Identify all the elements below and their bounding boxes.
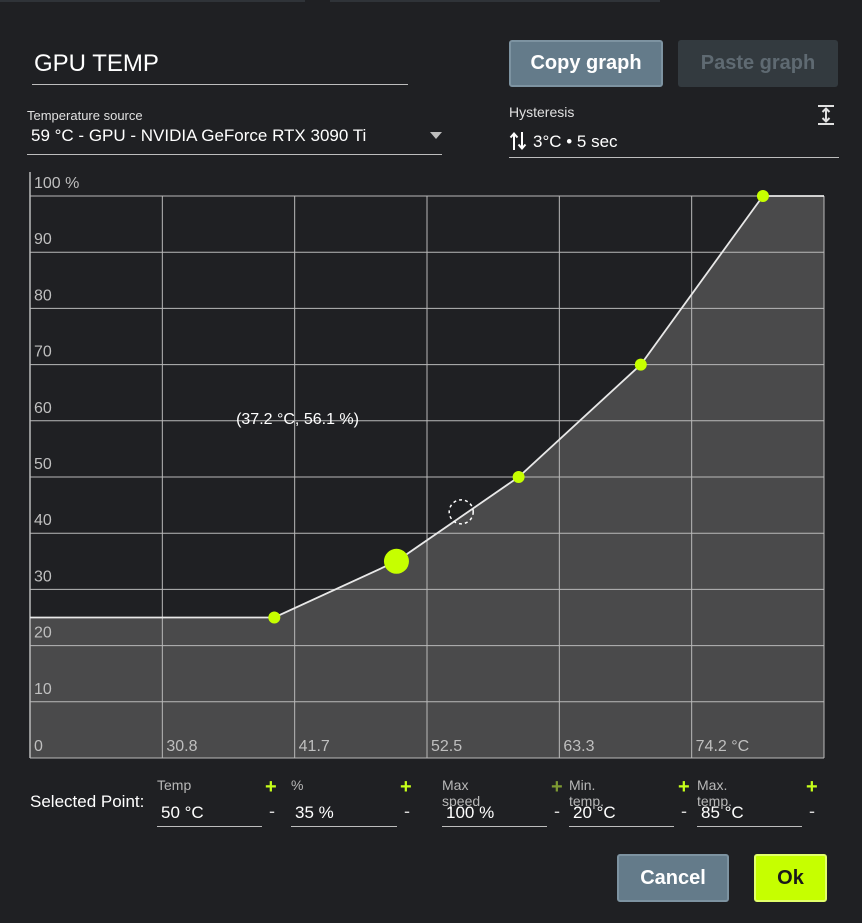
- max-speed-value: 100 %: [446, 803, 495, 822]
- min-temp-decrement-button[interactable]: -: [681, 802, 687, 820]
- y-tick-label: 50: [34, 456, 52, 473]
- min-temp-value: 20 °C: [573, 803, 616, 822]
- y-tick-label: 80: [34, 287, 52, 304]
- cursor-coordinates-label: (37.2 °C, 56.1 %): [236, 411, 359, 428]
- temp-label: Temp: [157, 777, 192, 793]
- curve-point[interactable]: [268, 611, 281, 624]
- y-tick-label: 60: [34, 400, 52, 417]
- temperature-source-label: Temperature source: [27, 108, 143, 123]
- hysteresis-field[interactable]: 3°C • 5 sec: [509, 124, 839, 158]
- x-tick-label: 74.2 °C: [696, 738, 750, 755]
- curve-point[interactable]: [634, 358, 647, 371]
- temp-value: 50 °C: [161, 803, 204, 822]
- cancel-button[interactable]: Cancel: [617, 854, 729, 902]
- percent-value: 35 %: [295, 803, 334, 822]
- y-tick-label: 40: [34, 512, 52, 529]
- x-tick-label: 52.5: [431, 738, 462, 755]
- curve-point[interactable]: [512, 471, 525, 483]
- expand-vertical-icon[interactable]: [816, 104, 836, 126]
- paste-graph-button[interactable]: Paste graph: [678, 40, 838, 87]
- max-speed-increment-button[interactable]: +: [551, 777, 563, 797]
- up-down-arrows-icon: [509, 131, 527, 151]
- max-temp-value: 85 °C: [701, 803, 744, 822]
- percent-input[interactable]: 35 %: [291, 795, 397, 827]
- percent-label: %: [291, 777, 304, 793]
- top-strip: [0, 0, 862, 2]
- selected-curve-point[interactable]: [383, 548, 409, 574]
- curve-point[interactable]: [756, 190, 769, 202]
- hysteresis-label: Hysteresis: [509, 104, 575, 120]
- temp-input[interactable]: 50 °C: [157, 795, 262, 827]
- y-tick-label: 20: [34, 625, 52, 642]
- max-temp-decrement-button[interactable]: -: [809, 802, 815, 820]
- x-tick-label: 0: [34, 738, 43, 755]
- temp-increment-button[interactable]: +: [265, 777, 277, 797]
- y-tick-label: 90: [34, 231, 52, 248]
- profile-name-field[interactable]: GPU TEMP: [32, 44, 408, 85]
- copy-graph-button[interactable]: Copy graph: [509, 40, 663, 87]
- percent-increment-button[interactable]: +: [400, 777, 412, 797]
- hysteresis-value: 3°C • 5 sec: [533, 132, 618, 151]
- y-tick-label: 30: [34, 568, 52, 585]
- y-tick-label: 10: [34, 681, 52, 698]
- max-speed-decrement-button[interactable]: -: [554, 802, 560, 820]
- profile-name: GPU TEMP: [34, 50, 159, 77]
- max-temp-input[interactable]: 85 °C: [697, 795, 802, 827]
- temperature-source-select[interactable]: 59 °C - GPU - NVIDIA GeForce RTX 3090 Ti: [27, 122, 442, 155]
- dropdown-caret-icon: [430, 132, 442, 139]
- fan-curve-chart[interactable]: 100 % 90 80 70 60 50 40 30 20 10 0 30.8 41.7 52.5 63.3…: [24, 170, 836, 770]
- min-temp-input[interactable]: 20 °C: [569, 795, 674, 827]
- selected-point-label: Selected Point:: [30, 792, 145, 811]
- max-temp-increment-button[interactable]: +: [806, 777, 818, 797]
- y-tick-label: 70: [34, 344, 52, 361]
- temp-decrement-button[interactable]: -: [269, 802, 275, 820]
- x-tick-label: 63.3: [563, 738, 594, 755]
- temperature-source-value: 59 °C - GPU - NVIDIA GeForce RTX 3090 Ti: [31, 126, 367, 145]
- percent-decrement-button[interactable]: -: [404, 802, 410, 820]
- y-tick-label: 100 %: [34, 175, 79, 192]
- min-temp-increment-button[interactable]: +: [678, 777, 690, 797]
- x-tick-label: 41.7: [299, 738, 330, 755]
- x-tick-label: 30.8: [166, 738, 197, 755]
- ok-button[interactable]: Ok: [754, 854, 827, 902]
- max-speed-input[interactable]: 100 %: [442, 795, 547, 827]
